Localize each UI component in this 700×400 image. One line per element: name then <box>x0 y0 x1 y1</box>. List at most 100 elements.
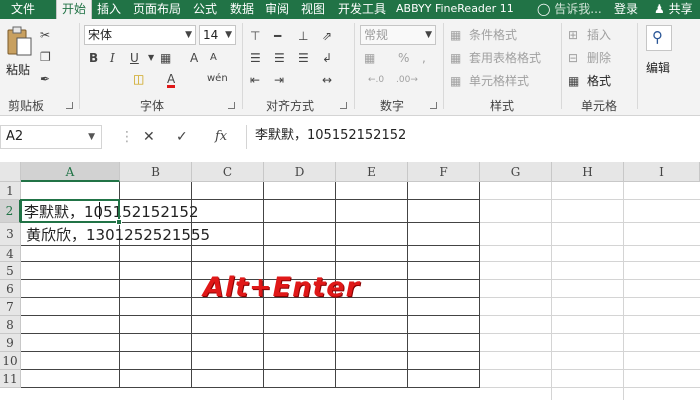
decrease-decimal-icon[interactable]: .00→ <box>396 72 418 88</box>
wrap-text-icon[interactable]: ↲ <box>322 50 332 66</box>
shrink-font-button[interactable]: A <box>210 50 217 66</box>
tab-formulas[interactable]: 公式 <box>193 0 217 19</box>
column-header-i[interactable]: I <box>624 162 700 182</box>
format-as-table-button[interactable]: 套用表格格式 <box>469 50 541 66</box>
row-header-10[interactable]: 10 <box>0 352 21 370</box>
active-cell-outline <box>20 199 120 223</box>
increase-indent-icon[interactable]: ⇥ <box>274 72 284 88</box>
search-icon: ⚲ <box>652 28 663 46</box>
chevron-down-icon: ▼ <box>425 30 432 40</box>
align-center-icon[interactable]: ☰ <box>274 50 285 66</box>
align-left-icon[interactable]: ☰ <box>250 50 261 66</box>
font-name-value: 宋体 <box>88 28 113 42</box>
column-header-a[interactable]: A <box>21 162 120 182</box>
number-format-select[interactable]: 常规 ▼ <box>360 25 436 45</box>
increase-decimal-icon[interactable]: ←.0 <box>368 72 384 88</box>
confirm-icon[interactable]: ✓ <box>176 126 188 148</box>
number-format-value: 常规 <box>364 28 389 42</box>
tab-abbyy[interactable]: ABBYY FineReader 11 <box>396 0 514 19</box>
cell-styles-button[interactable]: 单元格样式 <box>469 73 529 89</box>
font-color-button[interactable]: A <box>167 71 176 88</box>
delete-cells-button[interactable]: 删除 <box>587 50 611 66</box>
number-group-label: 数字 <box>380 99 405 113</box>
row-header-2[interactable]: 2 <box>0 200 21 223</box>
format-cells-button[interactable]: 格式 <box>587 73 611 89</box>
underline-button[interactable]: U <box>130 50 139 66</box>
accounting-format-icon[interactable]: ▦ <box>364 50 375 66</box>
font-size-select[interactable]: 14 ▼ <box>199 25 236 45</box>
conditional-format-icon: ▦ <box>450 28 462 42</box>
gridline <box>21 245 480 246</box>
column-header-h[interactable]: H <box>552 162 624 182</box>
tab-insert[interactable]: 插入 <box>97 0 121 19</box>
tab-page-layout[interactable]: 页面布局 <box>133 0 181 19</box>
row-header-3[interactable]: 3 <box>0 223 21 246</box>
percent-icon[interactable]: % <box>398 50 409 66</box>
tab-data[interactable]: 数据 <box>230 0 254 19</box>
font-name-select[interactable]: 宋体 ▼ <box>84 25 196 45</box>
lightbulb-icon: ◯ <box>537 2 551 16</box>
insert-function-icon[interactable]: fx <box>215 126 227 148</box>
conditional-format-button[interactable]: 条件格式 <box>469 27 517 43</box>
row-header-8[interactable]: 8 <box>0 316 21 334</box>
editing-group-label[interactable]: 编辑 <box>646 59 670 76</box>
cell-a3[interactable]: 黄欣欣，1301252521555 <box>26 226 210 244</box>
row-header-7[interactable]: 7 <box>0 298 21 316</box>
text-orientation-icon[interactable]: ⇗ <box>322 28 332 44</box>
column-header-d[interactable]: D <box>264 162 336 182</box>
font-launcher-icon[interactable] <box>228 102 235 109</box>
cut-icon[interactable]: ✂ <box>40 27 50 43</box>
column-header-b[interactable]: B <box>120 162 192 182</box>
tab-file[interactable]: 文件 <box>11 0 35 19</box>
merge-center-icon[interactable]: ↔ <box>322 72 332 88</box>
ribbon-tab-bar: 文件 开始 插入 页面布局 公式 数据 审阅 视图 开发工具 ABBYY Fin… <box>0 0 700 19</box>
align-middle-icon[interactable]: ━ <box>274 28 281 44</box>
format-painter-icon[interactable]: ✒ <box>40 71 50 87</box>
tell-me-box[interactable]: ◯ 告诉我... <box>537 0 602 19</box>
select-all-button[interactable] <box>0 162 21 182</box>
find-button[interactable]: ⚲ <box>646 25 672 51</box>
group-divider <box>79 23 80 109</box>
grow-font-button[interactable]: A <box>190 50 198 66</box>
row-header-9[interactable]: 9 <box>0 334 21 352</box>
number-launcher-icon[interactable] <box>430 102 437 109</box>
border-icon[interactable]: ▦ <box>160 50 171 66</box>
group-divider <box>561 23 562 109</box>
italic-button[interactable]: I <box>110 50 115 66</box>
formula-input[interactable]: 李默默，105152152152 <box>246 125 700 149</box>
share-button[interactable]: ♟ 共享 <box>654 0 693 19</box>
row-header-5[interactable]: 5 <box>0 262 21 280</box>
decrease-indent-icon[interactable]: ⇤ <box>250 72 260 88</box>
comma-style-icon[interactable]: , <box>422 50 426 66</box>
align-right-icon[interactable]: ☰ <box>298 50 309 66</box>
fill-handle[interactable] <box>116 219 122 225</box>
tab-developer[interactable]: 开发工具 <box>338 0 386 19</box>
copy-icon[interactable]: ❐ <box>40 49 51 65</box>
column-header-c[interactable]: C <box>192 162 264 182</box>
insert-cells-button[interactable]: 插入 <box>587 27 611 43</box>
align-bottom-icon[interactable]: ⊥ <box>298 28 308 44</box>
row-header-1[interactable]: 1 <box>0 182 21 200</box>
name-box[interactable]: A2 ▼ <box>0 125 102 149</box>
row-header-6[interactable]: 6 <box>0 280 21 298</box>
paste-button[interactable]: 粘贴 <box>4 23 34 81</box>
alignment-launcher-icon[interactable] <box>340 102 347 109</box>
column-header-e[interactable]: E <box>336 162 408 182</box>
tab-review[interactable]: 审阅 <box>265 0 289 19</box>
cancel-icon[interactable]: ✕ <box>143 126 155 148</box>
row-header-4[interactable]: 4 <box>0 246 21 262</box>
column-header-f[interactable]: F <box>408 162 480 182</box>
fill-color-icon[interactable]: ◫ <box>133 71 144 87</box>
clipboard-launcher-icon[interactable] <box>66 102 73 109</box>
align-top-icon[interactable]: ⊤ <box>250 28 260 44</box>
bold-button[interactable]: B <box>89 50 98 66</box>
underline-dropdown-icon[interactable]: ▼ <box>148 50 154 66</box>
column-header-g[interactable]: G <box>480 162 552 182</box>
row-header-11[interactable]: 11 <box>0 370 21 388</box>
gridline <box>21 387 480 388</box>
phonetic-button[interactable]: wén <box>207 71 228 87</box>
sign-in-link[interactable]: 登录 <box>614 0 638 19</box>
shortcut-overlay: Alt+Enter <box>203 272 360 303</box>
tab-view[interactable]: 视图 <box>301 0 325 19</box>
tab-home[interactable]: 开始 <box>56 0 92 19</box>
